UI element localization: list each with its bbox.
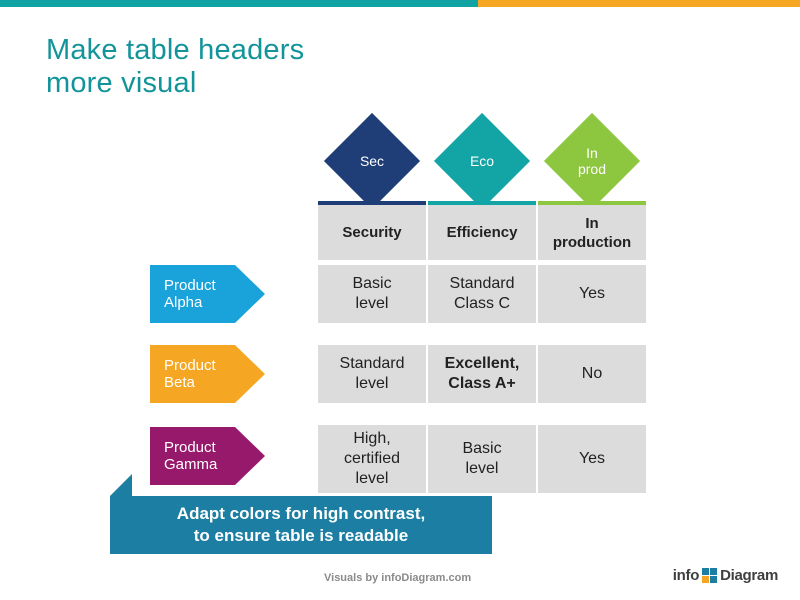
- table-header-inproduction: In production: [538, 205, 646, 260]
- table-cell-r3c3: Yes: [538, 425, 646, 493]
- row-arrow-product-gamma: [235, 427, 265, 485]
- table-cell-r1c3: Yes: [538, 265, 646, 323]
- row-label-product-alpha-text: Product Alpha: [164, 277, 216, 311]
- table-cell-r3c2: Basic level: [428, 425, 536, 493]
- top-accent-bar-orange: [478, 0, 800, 7]
- logo-info-text: info: [672, 567, 700, 584]
- table-header-security: Security: [318, 205, 426, 260]
- table-cell-r1c1: Basic level: [318, 265, 426, 323]
- table-cell-r2c1: Standard level: [318, 345, 426, 403]
- table-cell-r3c1: High, certified level: [318, 425, 426, 493]
- table-cell-r1c2: Standard Class C: [428, 265, 536, 323]
- logo-squares-icon: [702, 568, 718, 583]
- row-arrow-product-beta: [235, 345, 265, 403]
- slide-canvas: Make table headers more visual Sec Eco I…: [0, 0, 800, 600]
- callout-banner: Adapt colors for high contrast, to ensur…: [110, 496, 492, 554]
- row-label-product-beta-text: Product Beta: [164, 357, 216, 391]
- header-diamond-security-label: Sec: [359, 153, 385, 169]
- table-header-efficiency: Efficiency: [428, 205, 536, 260]
- header-diamond-efficiency-label: Eco: [469, 153, 495, 169]
- row-label-product-gamma-text: Product Gamma: [164, 439, 218, 473]
- footer-credit: Visuals by infoDiagram.com: [324, 572, 472, 584]
- callout-tail: [110, 474, 132, 496]
- row-label-product-gamma: Product Gamma: [150, 427, 235, 485]
- table-cell-r2c2: Excellent, Class A+: [428, 345, 536, 403]
- header-diamond-inproduction-label: In prod: [577, 145, 607, 177]
- row-label-product-alpha: Product Alpha: [150, 265, 235, 323]
- row-arrow-product-alpha: [235, 265, 265, 323]
- top-accent-bar-teal: [0, 0, 478, 7]
- row-label-product-beta: Product Beta: [150, 345, 235, 403]
- logo-diagram-text: Diagram: [720, 567, 778, 584]
- table-cell-r2c3: No: [538, 345, 646, 403]
- page-title: Make table headers more visual: [46, 34, 305, 99]
- infodiagram-logo: info Diagram: [672, 567, 779, 584]
